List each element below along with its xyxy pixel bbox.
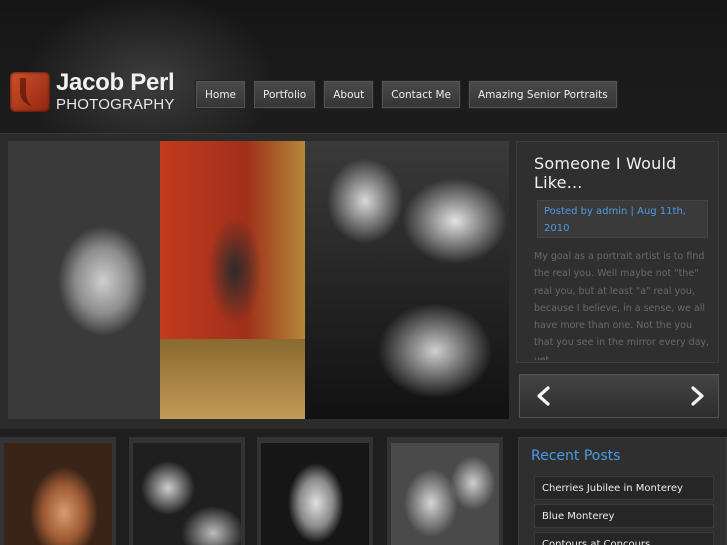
arrow-right-icon[interactable]: [686, 385, 708, 407]
nav-home[interactable]: Home: [196, 81, 246, 108]
nav-about[interactable]: About: [324, 81, 374, 108]
recent-posts-list: Cherries Jubilee in Monterey Blue Monter…: [534, 476, 714, 545]
portrait-photo-family: [305, 141, 509, 419]
logo-mark-icon: [10, 72, 50, 112]
logo-subtitle: PHOTOGRAPHY: [56, 96, 175, 113]
recent-post-link[interactable]: Contours at Concours: [534, 532, 714, 545]
featured-slide-image[interactable]: [8, 141, 509, 419]
featured-post-box: Someone I Would Like... Posted by admin …: [516, 141, 719, 363]
thumbnail-image: [133, 443, 241, 545]
thumbnail-image: [391, 443, 499, 545]
recent-posts-widget: Recent Posts Cherries Jubilee in Montere…: [518, 437, 727, 545]
slider-controls: [519, 374, 719, 418]
nav-contact-me[interactable]: Contact Me: [382, 81, 460, 108]
site-logo[interactable]: Jacob Perl PHOTOGRAPHY: [10, 69, 175, 115]
main-nav: Home Portfolio About Contact Me Amazing …: [196, 81, 617, 108]
thumbnail[interactable]: [129, 437, 245, 545]
featured-post-excerpt: My goal as a portrait artist is to find …: [534, 251, 710, 360]
featured-post-title[interactable]: Someone I Would Like...: [534, 154, 714, 192]
arrow-left-icon[interactable]: [533, 385, 555, 407]
thumbnail-image: [261, 443, 369, 545]
site-header: Jacob Perl PHOTOGRAPHY Home Portfolio Ab…: [0, 0, 727, 133]
logo-name: Jacob Perl: [56, 69, 175, 96]
recent-post-link[interactable]: Cherries Jubilee in Monterey: [534, 476, 714, 500]
thumbnail-image: [4, 443, 112, 545]
featured-post-meta: Posted by admin | Aug 11th, 2010: [537, 200, 708, 238]
portrait-photo-seated: [160, 141, 305, 419]
portrait-photo-closeup: [8, 141, 160, 419]
nav-portfolio[interactable]: Portfolio: [254, 81, 316, 108]
recent-post-link[interactable]: Blue Monterey: [534, 504, 714, 528]
thumbnail[interactable]: [257, 437, 373, 545]
nav-amazing-senior-portraits[interactable]: Amazing Senior Portraits: [468, 81, 617, 108]
thumbnail[interactable]: [0, 437, 116, 545]
thumbnail[interactable]: [387, 437, 503, 545]
recent-posts-title: Recent Posts: [531, 448, 621, 464]
